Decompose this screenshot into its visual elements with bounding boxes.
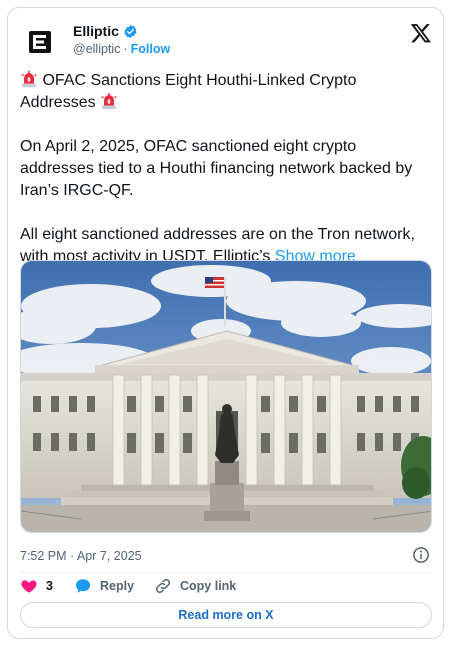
like-count: 3	[46, 579, 53, 593]
siren-icon	[21, 70, 37, 88]
timestamp[interactable]: 7:52 PM · Apr 7, 2025	[20, 549, 142, 563]
heart-icon	[21, 580, 37, 593]
verified-badge-icon	[124, 24, 137, 38]
read-more-button[interactable]: Read more on X	[20, 602, 432, 628]
tweet-text: OFAC Sanctions Eight Houthi-Linked Crypt…	[20, 70, 434, 268]
separator-dot: ·	[123, 42, 128, 56]
tweet-header: Elliptic @elliptic · Follow	[20, 20, 432, 64]
reply-label: Reply	[100, 579, 135, 593]
reply-button[interactable]: Reply	[74, 577, 134, 595]
x-logo-icon[interactable]	[410, 22, 432, 44]
copy-link-button[interactable]: Copy link	[154, 577, 236, 595]
tweet-paragraph-2: On April 2, 2025, OFAC sanctioned eight …	[20, 138, 413, 199]
treasury-building-photo	[21, 261, 431, 532]
tweet-media-image[interactable]	[20, 260, 432, 533]
handle-row: @elliptic · Follow	[73, 42, 170, 56]
tweet-line-2: Addresses	[20, 94, 96, 111]
elliptic-logo-icon	[29, 31, 51, 53]
action-bar: 3 Reply Copy link	[20, 575, 432, 603]
tweet-card: Elliptic @elliptic · Follow OFAC Sanctions…	[7, 7, 444, 639]
copy-link-label: Copy link	[180, 579, 237, 593]
link-icon	[155, 578, 171, 594]
display-name[interactable]: Elliptic	[73, 23, 119, 39]
divider	[20, 572, 432, 573]
tweet-line-1: OFAC Sanctions Eight Houthi-Linked Crypt…	[42, 72, 357, 89]
follow-button[interactable]: Follow	[131, 42, 171, 56]
info-icon[interactable]	[412, 546, 430, 564]
reply-icon	[75, 579, 91, 593]
siren-icon	[101, 92, 117, 110]
like-button[interactable]: 3	[20, 577, 53, 595]
avatar[interactable]	[20, 22, 60, 62]
name-row: Elliptic	[73, 23, 138, 39]
handle[interactable]: @elliptic	[73, 42, 120, 56]
